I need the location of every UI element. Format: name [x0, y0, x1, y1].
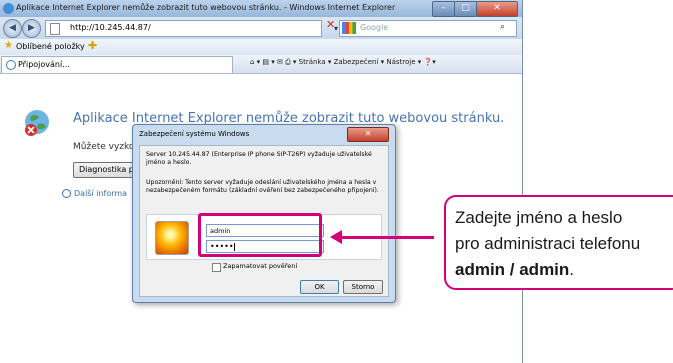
tab-current[interactable]: Připojování...	[1, 56, 233, 73]
callout-line-3: admin / admin.	[455, 257, 673, 283]
callout-tail: .	[569, 260, 575, 279]
page-icon	[50, 23, 60, 35]
favorites-star-icon[interactable]: ★	[4, 40, 13, 51]
more-info-link[interactable]: Další informa	[74, 189, 127, 198]
dialog-title: Zabezpečení systému Windows	[139, 130, 250, 138]
remember-label: Zapamatovat pověření	[223, 262, 298, 270]
ie-logo-icon	[3, 3, 14, 14]
user-avatar-icon	[155, 221, 189, 255]
server-message: Server 10.245.44.87 (Enterprise IP phone…	[146, 151, 372, 166]
dialog-close-button[interactable]: ✕	[347, 127, 389, 142]
command-bar[interactable]: ⌂ ▾ ▤ ▾ ✉ ⎙ ▾ Stránka ▾ Zabezpečení ▾ Ná…	[250, 58, 436, 67]
navigation-bar: ◀ ▶ http://10.245.44.87/ ▾ ↻ ✕ Google ⌕	[0, 17, 522, 39]
favorites-button[interactable]: Oblíbené položky	[16, 42, 85, 51]
credentials-highlight	[198, 213, 322, 257]
maximize-button[interactable]: □	[454, 1, 477, 17]
back-button[interactable]: ◀	[3, 19, 22, 38]
callout-arrow-head-icon	[330, 230, 342, 244]
instruction-callout: Zadejte jméno a heslo pro administraci t…	[444, 195, 673, 290]
address-text: http://10.245.44.87/	[70, 23, 151, 32]
google-icon	[342, 22, 356, 34]
title-bar: Aplikace Internet Explorer nemůže zobraz…	[0, 0, 522, 17]
callout-arrow-line	[334, 236, 434, 239]
window-title: Aplikace Internet Explorer nemůže zobraz…	[16, 3, 396, 12]
callout-line-1: Zadejte jméno a heslo	[455, 208, 623, 227]
add-favorite-icon[interactable]: ✚	[88, 39, 97, 52]
forward-button[interactable]: ▶	[22, 19, 41, 38]
ok-button[interactable]: OK	[300, 280, 339, 294]
globe-error-icon	[25, 110, 49, 136]
callout-credentials: admin / admin	[455, 260, 570, 279]
callout-line-2: pro administraci telefonu	[455, 234, 641, 253]
minimize-button[interactable]: –	[432, 1, 455, 17]
search-input[interactable]: Google ⌕	[339, 20, 517, 37]
tab-label: Připojování...	[18, 60, 70, 69]
remember-checkbox[interactable]	[212, 263, 221, 272]
close-window-button[interactable]: ✕	[476, 1, 518, 17]
search-placeholder: Google	[360, 23, 389, 32]
warning-message: Upozornění: Tento server vyžaduje odeslá…	[146, 179, 379, 194]
tab-bar: Připojování... ⌂ ▾ ▤ ▾ ✉ ⎙ ▾ Stránka ▾ Z…	[0, 55, 522, 74]
expand-icon[interactable]	[62, 189, 71, 198]
favorites-bar: ★ Oblíbené položky ✚	[0, 39, 522, 56]
loading-spinner-icon	[6, 60, 16, 70]
cancel-button[interactable]: Storno	[343, 280, 383, 294]
stop-icon[interactable]: ✕	[326, 18, 335, 31]
search-icon[interactable]: ⌕	[500, 22, 505, 32]
address-input[interactable]: http://10.245.44.87/ ▾ ↻	[45, 20, 358, 37]
callout-text: Zadejte jméno a heslo pro administraci t…	[455, 205, 673, 283]
